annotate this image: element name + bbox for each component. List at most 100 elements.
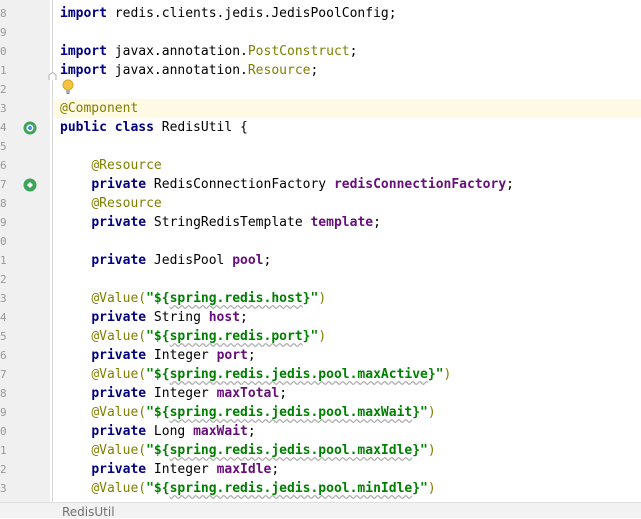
string-open: "${ — [146, 367, 170, 382]
breadcrumb-bar: RedisUtil — [0, 502, 641, 519]
import-class: PostConstruct — [247, 44, 350, 59]
field-name: maxTotal — [216, 386, 280, 401]
field-type: String — [146, 310, 209, 325]
spring-autowired-icon[interactable] — [23, 177, 37, 192]
string-open: "${ — [146, 405, 170, 420]
keyword-import: import — [60, 63, 107, 78]
line-number: 3 — [0, 292, 6, 305]
keyword-public-class: public class — [60, 120, 154, 135]
spring-bean-icon[interactable] — [23, 120, 37, 135]
line-number: 1 — [0, 254, 6, 267]
semicolon: ; — [279, 386, 288, 401]
code-editor[interactable]: import redis.clients.jedis.JedisPoolConf… — [53, 0, 641, 502]
keyword-private: private — [91, 386, 147, 401]
keyword-private: private — [91, 348, 147, 363]
code-line: import redis.clients.jedis.JedisPoolConf… — [53, 4, 641, 23]
line-number: 9 — [0, 406, 6, 419]
line-number: 0 — [0, 235, 6, 248]
line-number: 6 — [0, 349, 6, 362]
line-number: 9 — [0, 216, 6, 229]
keyword-private: private — [91, 215, 147, 230]
code-line: @Value("${spring.redis.port}") — [53, 327, 641, 346]
semicolon: ; — [247, 348, 256, 363]
code-line: public class RedisUtil { — [53, 118, 641, 137]
string-close: }" — [412, 443, 428, 458]
keyword-private: private — [91, 253, 147, 268]
code-line: private String host; — [53, 308, 641, 327]
annotation-value: @Value( — [91, 405, 147, 420]
keyword-private: private — [91, 177, 147, 192]
field-type: Integer — [146, 462, 217, 477]
paren-close: ) — [318, 329, 327, 344]
code-line: @Value("${spring.redis.host}") — [53, 289, 641, 308]
property-key: spring.redis.jedis.pool.minIdle — [169, 481, 413, 496]
field-name: pool — [232, 253, 264, 268]
semicolon: ; — [310, 63, 319, 78]
string-open: "${ — [146, 291, 170, 306]
annotation-resource: @Resource — [91, 158, 162, 173]
semicolon: ; — [240, 310, 248, 325]
line-number: 6 — [0, 159, 6, 172]
keyword-private: private — [91, 310, 147, 325]
code-line: private Integer maxTotal; — [53, 384, 641, 403]
property-key: spring.redis.jedis.pool.maxWait — [169, 405, 413, 420]
semicolon: ; — [263, 253, 272, 268]
line-number: 5 — [0, 140, 6, 153]
paren-close: ) — [427, 443, 436, 458]
code-line: @Value("${spring.redis.jedis.pool.maxIdl… — [53, 441, 641, 460]
code-line: private Long maxWait; — [53, 422, 641, 441]
keyword-import: import — [60, 44, 107, 59]
field-name: maxWait — [193, 424, 248, 439]
annotation-value: @Value( — [91, 481, 147, 496]
line-number: 3 — [0, 482, 6, 495]
line-number: 9 — [0, 26, 6, 39]
line-number: 2 — [0, 463, 6, 476]
code-line: import javax.annotation.PostConstruct; — [53, 42, 641, 61]
field-type: Integer — [146, 386, 217, 401]
paren-close: ) — [443, 367, 452, 382]
field-name: redisConnectionFactory — [333, 177, 507, 192]
property-key: spring.redis.jedis.pool.maxIdle — [169, 443, 413, 458]
semicolon: ; — [349, 44, 358, 59]
semicolon: ; — [506, 177, 514, 192]
line-number: 1 — [0, 64, 6, 77]
import-path: javax.annotation. — [106, 63, 248, 78]
annotation-resource: @Resource — [91, 196, 162, 211]
field-name: port — [216, 348, 248, 363]
field-type: Long — [146, 424, 194, 439]
keyword-import: import — [60, 6, 107, 21]
annotation-value: @Value( — [91, 291, 147, 306]
class-name: RedisUtil { — [153, 120, 248, 135]
field-type: StringRedisTemplate — [146, 215, 311, 230]
code-line: @Resource — [53, 156, 641, 175]
string-close: }" — [302, 329, 319, 344]
string-close: }" — [302, 291, 319, 306]
paren-close: ) — [318, 291, 327, 306]
paren-close: ) — [427, 405, 436, 420]
property-key: spring.redis.jedis.pool.maxActive — [169, 367, 428, 382]
line-number-gutter — [0, 0, 50, 502]
semicolon: ; — [373, 215, 381, 230]
paren-close: ) — [427, 481, 436, 496]
string-close: }" — [412, 481, 428, 496]
code-line: private StringRedisTemplate template; — [53, 213, 641, 232]
string-open: "${ — [146, 443, 170, 458]
code-line: private JedisPool pool; — [53, 251, 641, 270]
code-line: @Resource — [53, 194, 641, 213]
annotation-value: @Value( — [91, 443, 147, 458]
annotation-value: @Value( — [91, 329, 147, 344]
line-number: 7 — [0, 368, 6, 381]
line-number: 2 — [0, 273, 6, 286]
lightbulb-icon[interactable] — [61, 79, 75, 95]
code-line: import javax.annotation.Resource; — [53, 61, 641, 80]
import-path: javax.annotation. — [106, 44, 248, 59]
code-line: @Value("${spring.redis.jedis.pool.maxWai… — [53, 403, 641, 422]
string-close: }" — [412, 405, 428, 420]
field-name: maxIdle — [216, 462, 272, 477]
import-class: Resource — [247, 63, 311, 78]
string-open: "${ — [146, 481, 170, 496]
field-type: RedisConnectionFactory — [146, 177, 334, 192]
semicolon: ; — [247, 424, 256, 439]
line-number: 0 — [0, 45, 6, 58]
line-number: 8 — [0, 387, 6, 400]
